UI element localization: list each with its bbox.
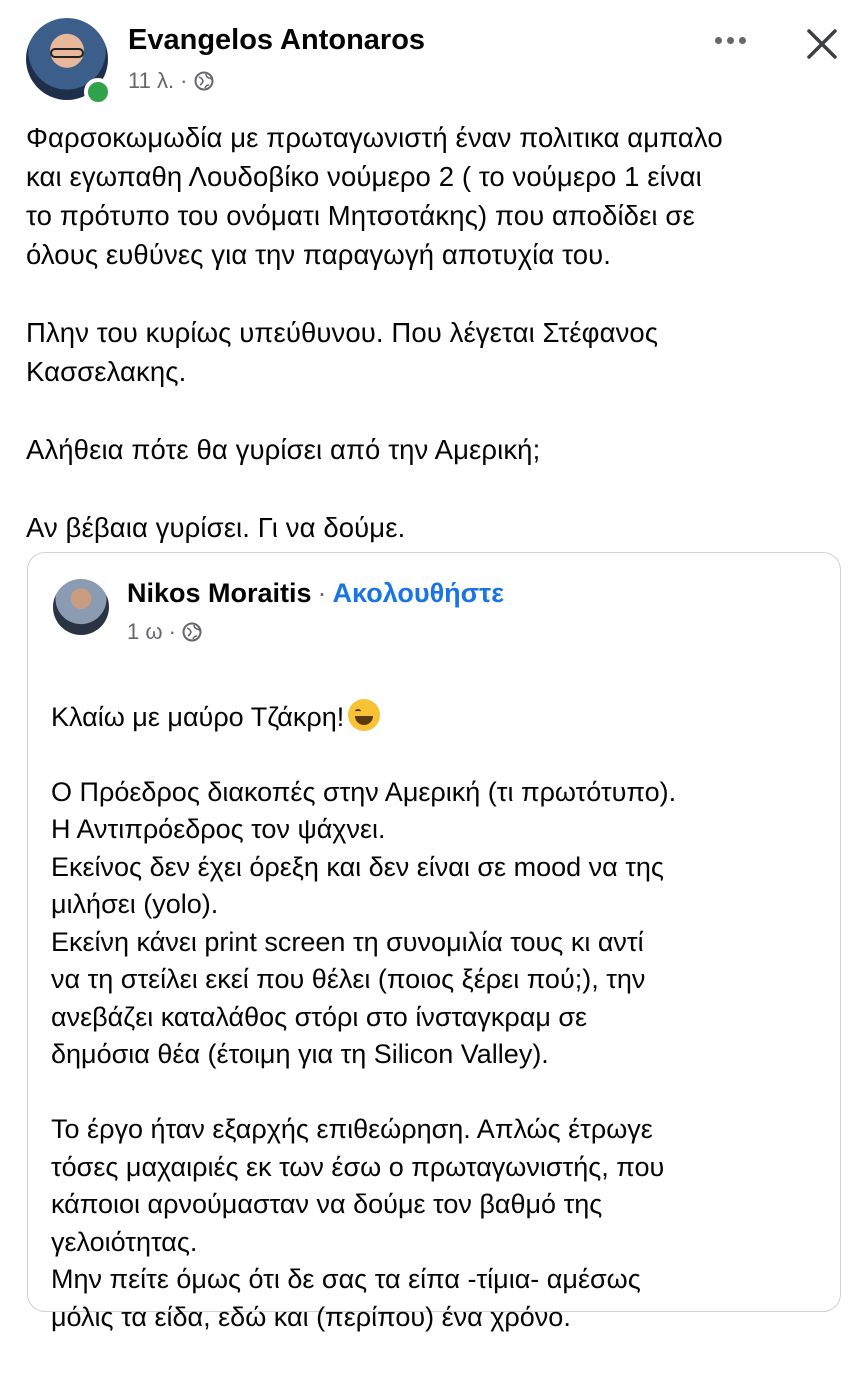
- shared-author-avatar[interactable]: [53, 579, 109, 635]
- more-options-icon: [714, 36, 722, 44]
- separator-dot: ·: [317, 578, 327, 608]
- close-icon[interactable]: [800, 22, 844, 66]
- shared-post-meta: 1 ω ·: [127, 619, 202, 645]
- follow-button[interactable]: Ακολουθήστε: [333, 578, 504, 609]
- globe-icon: [182, 622, 202, 642]
- shared-author-line: Nikos Moraitis · Ακολουθήστε: [127, 578, 504, 609]
- post-meta: 11 λ. ·: [128, 68, 214, 94]
- post-text: Φαρσοκωμωδία με πρωταγωνιστή έναν πολιτι…: [26, 122, 723, 543]
- shared-post-text: Κλαίω με μαύρο Τζάκρη! Ο Πρόεδρος διακοπ…: [51, 661, 831, 1374]
- post-time[interactable]: 11 λ. ·: [128, 68, 188, 94]
- author-name[interactable]: Evangelos Antonaros: [128, 24, 425, 57]
- laughing-tears-emoji-icon: [348, 698, 381, 731]
- shared-first-line: Κλαίω με μαύρο Τζάκρη!: [51, 698, 831, 737]
- post-header: Evangelos Antonaros 11 λ. ·: [0, 0, 868, 115]
- shared-author-name[interactable]: Nikos Moraitis: [127, 578, 312, 609]
- globe-icon: [194, 71, 214, 91]
- more-options-button[interactable]: [710, 24, 750, 56]
- shared-body: Ο Πρόεδρος διακοπές στην Αμερική (τι πρω…: [51, 776, 677, 1332]
- online-status-indicator: [84, 78, 112, 106]
- shared-post[interactable]: Nikos Moraitis · Ακολουθήστε 1 ω · Κλαίω…: [27, 552, 841, 1332]
- shared-post-time[interactable]: 1 ω ·: [127, 619, 176, 645]
